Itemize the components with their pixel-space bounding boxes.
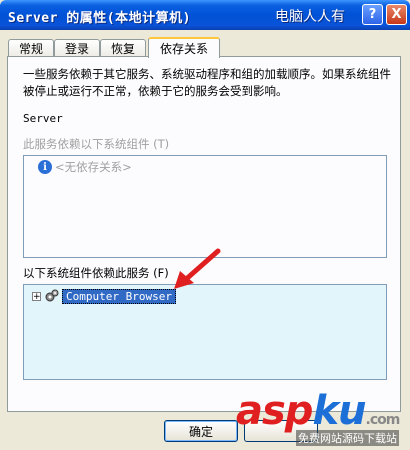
ok-button[interactable]: 确定	[164, 420, 238, 442]
window-title: Server 的属性(本地计算机)	[8, 11, 191, 26]
logo-part-ku: ku	[312, 388, 366, 434]
service-name: Server	[23, 112, 63, 125]
title-bar[interactable]: Server 的属性(本地计算机) 电脑人人有 ? X	[0, 0, 410, 30]
computer-browser-item[interactable]: Computer Browser	[62, 288, 176, 304]
tab-dependencies[interactable]: 依存关系	[148, 37, 220, 58]
tab-label: 常规	[18, 42, 43, 56]
tab-recovery[interactable]: 恢复	[100, 39, 146, 57]
red-arrow-annotation	[174, 248, 221, 289]
dependency-description: 一些服务依赖于其它服务、系统驱动程序和组的加载顺序。如果系统组件被停止或运行不正…	[23, 67, 391, 98]
help-icon: ?	[368, 7, 377, 22]
logo-part-domain: .com	[365, 412, 401, 428]
dependents-label: 以下系统组件依赖此服务 (F)	[23, 266, 169, 280]
info-icon: i	[38, 160, 52, 174]
tab-label: 登录	[64, 42, 89, 56]
depends-on-tree[interactable]: i <无依存关系>	[23, 155, 387, 258]
expand-icon[interactable]: +	[32, 291, 41, 301]
tab-panel: 一些服务依赖于其它服务、系统驱动程序和组的加载顺序。如果系统组件被停止或运行不正…	[7, 56, 401, 412]
tab-label: 依存关系	[159, 42, 208, 56]
gear-icon	[45, 289, 59, 302]
site-watermark-logo: aspku.com	[236, 388, 401, 434]
tree-item[interactable]: i <无依存关系>	[38, 159, 132, 175]
dependents-tree[interactable]: + Computer Browser	[23, 284, 387, 380]
logo-part-asp: asp	[236, 388, 313, 434]
depends-on-label: 此服务依赖以下系统组件 (T)	[23, 137, 170, 151]
properties-dialog: Server 的属性(本地计算机) 电脑人人有 ? X 常规 登录 恢复 依存关…	[0, 0, 410, 450]
tab-logon[interactable]: 登录	[54, 39, 100, 57]
title-watermark: 电脑人人有	[275, 9, 345, 25]
tab-label: 恢复	[110, 42, 135, 56]
tab-general[interactable]: 常规	[8, 39, 54, 57]
tree-item[interactable]: + Computer Browser	[32, 288, 176, 304]
close-icon: X	[391, 7, 402, 22]
close-button[interactable]: X	[386, 4, 407, 25]
help-button[interactable]: ?	[362, 4, 383, 25]
site-watermark-subtitle: 免费网站源码下载站	[296, 430, 399, 446]
no-dependency-item: <无依存关系>	[55, 160, 132, 174]
